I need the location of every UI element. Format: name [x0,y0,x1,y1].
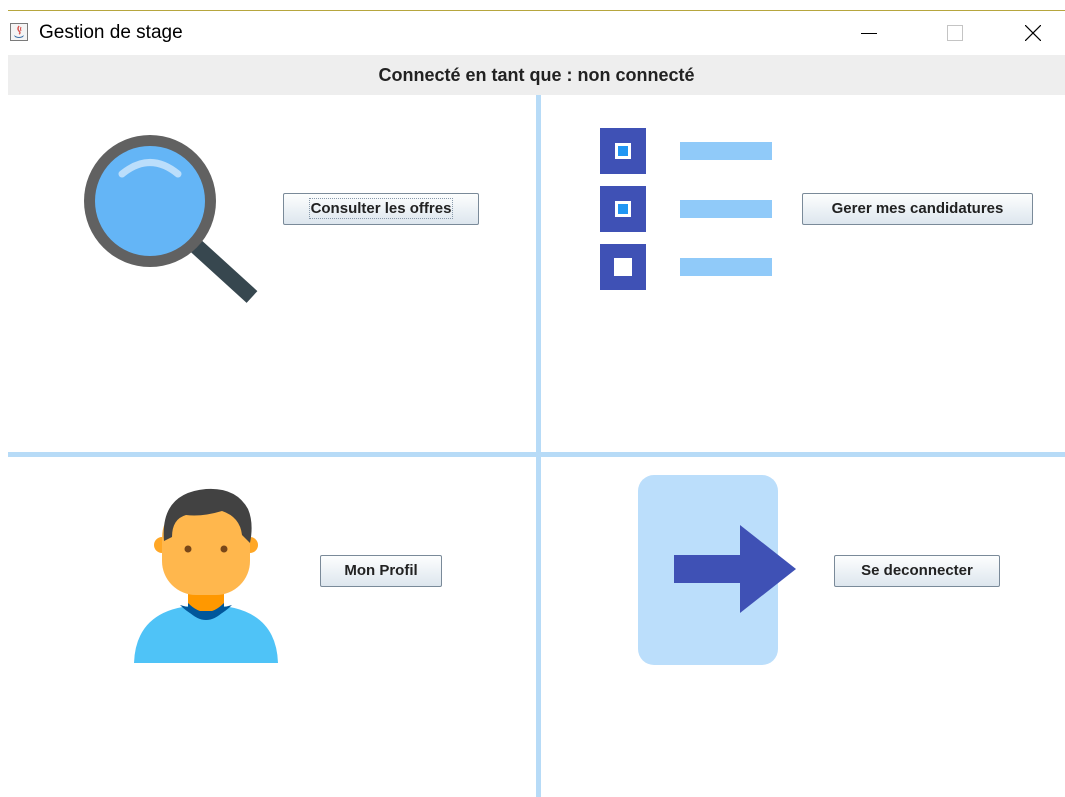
consult-offers-label: Consulter les offres [308,198,454,219]
java-app-icon [10,23,28,41]
close-icon [1025,25,1041,41]
close-button[interactable] [1010,11,1056,55]
connection-status: Connecté en tant que : non connecté [8,55,1065,95]
window-title: Gestion de stage [39,22,183,43]
vertical-divider [536,95,541,797]
horizontal-divider [8,452,1065,457]
minimize-button[interactable] [846,11,892,55]
title-bar[interactable]: Gestion de stage [8,11,1065,55]
minimize-icon [861,33,877,34]
logout-button[interactable]: Se deconnecter [834,555,1000,587]
main-menu-grid: Consulter les offres Gerer mes candidatu… [8,95,1065,797]
manage-applications-label: Gerer mes candidatures [831,200,1004,217]
logout-label: Se deconnecter [861,562,973,579]
logout-arrow-icon [638,475,796,665]
checklist-icon [600,128,772,290]
consult-offers-button[interactable]: Consulter les offres [283,193,479,225]
manage-applications-button[interactable]: Gerer mes candidatures [802,193,1033,225]
my-profile-button[interactable]: Mon Profil [320,555,442,587]
maximize-button[interactable] [932,11,978,55]
maximize-icon [947,25,963,41]
application-window: Gestion de stage Connecté en tant que : … [8,10,1065,797]
my-profile-label: Mon Profil [344,562,418,579]
user-avatar-icon [134,488,278,663]
magnifier-icon [84,135,258,303]
